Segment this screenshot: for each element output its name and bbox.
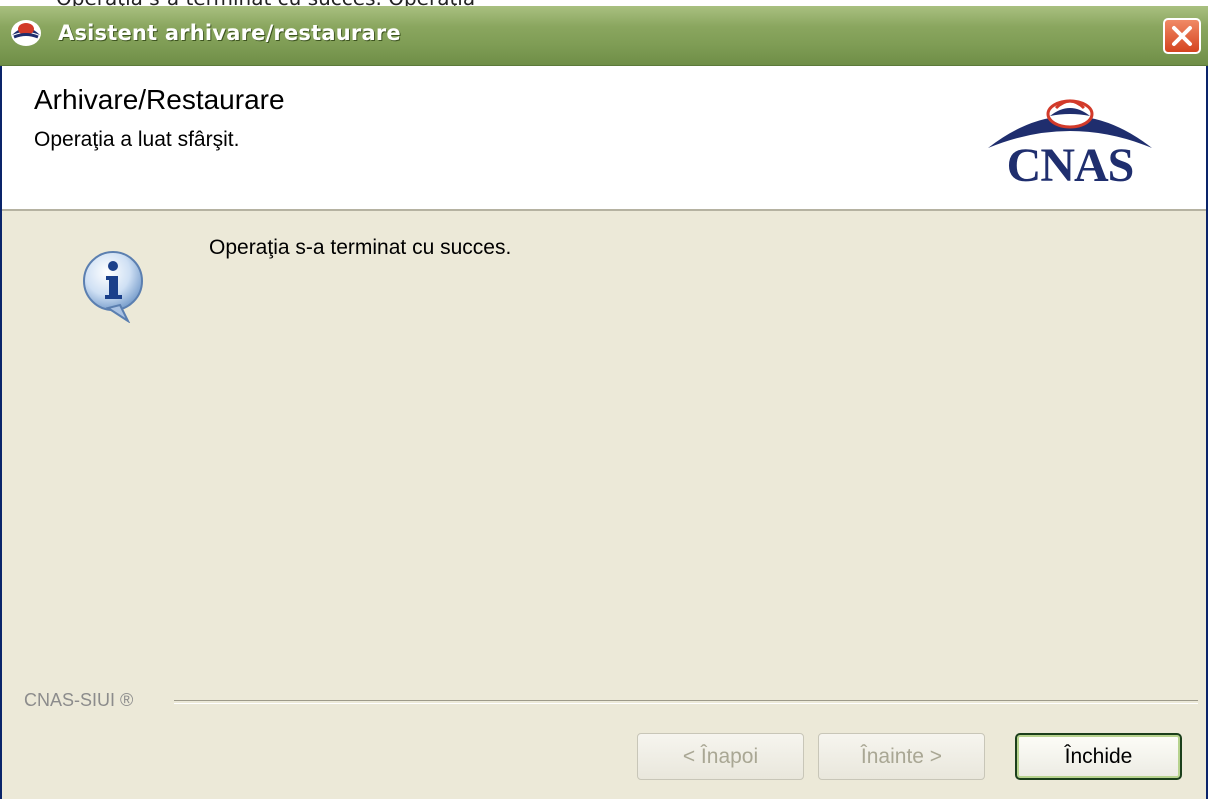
cnas-logo: CNAS [980, 86, 1160, 196]
close-wizard-button[interactable]: Închide [1015, 733, 1182, 780]
close-icon [1172, 26, 1192, 46]
page-title: Arhivare/Restaurare [34, 84, 285, 115]
page-subtitle: Operaţia a luat sfârşit. [34, 128, 240, 151]
next-button[interactable]: Înainte > [818, 733, 985, 780]
window-title: Asistent arhivare/restaurare [58, 21, 401, 45]
title-bar[interactable]: Asistent arhivare/restaurare [0, 6, 1208, 66]
cnas-app-icon [10, 18, 42, 48]
background-window-text: Operaţia s-a terminat cu succes. Operaţi… [0, 0, 1208, 6]
window-close-button[interactable] [1163, 18, 1201, 54]
logo-text: CNAS [1006, 139, 1135, 192]
wizard-header: Arhivare/Restaurare Operaţia a luat sfâr… [2, 66, 1206, 211]
info-icon [78, 249, 148, 324]
brand-label: CNAS-SIUI ® [24, 690, 134, 710]
wizard-window: Asistent arhivare/restaurare Arhivare/Re… [0, 6, 1208, 799]
status-message: Operaţia s-a terminat cu succes. [209, 236, 512, 259]
back-button[interactable]: < Înapoi [637, 733, 804, 780]
footer-divider [174, 700, 1198, 704]
